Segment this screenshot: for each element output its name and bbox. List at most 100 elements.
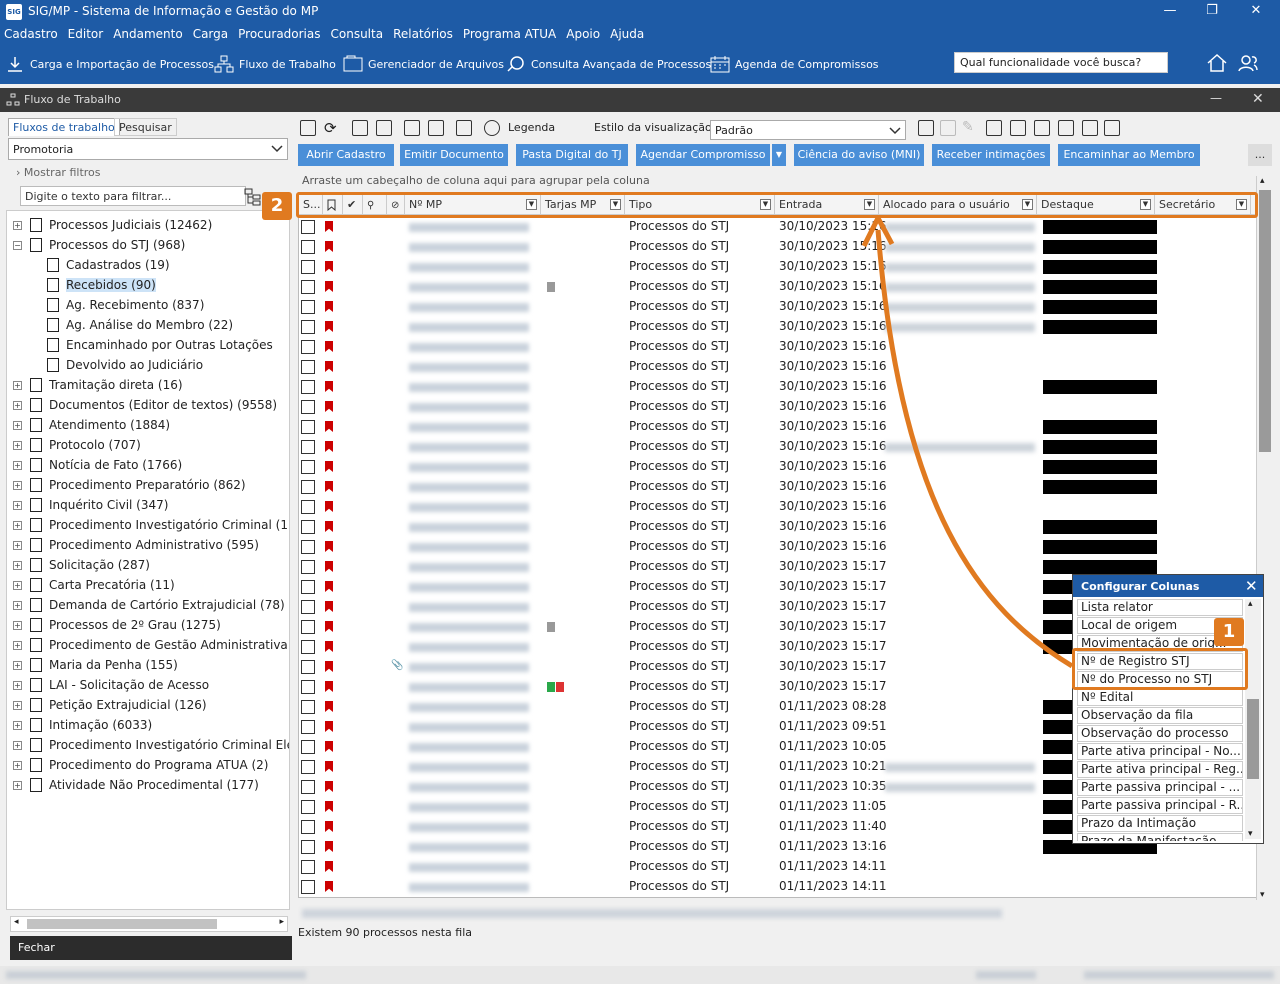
row-checkbox[interactable] [301,360,315,374]
tree-node[interactable]: + Procedimento Investigatório Criminal El… [13,735,289,755]
tree-node[interactable]: + Procedimento Preparatório (862) [13,475,246,495]
tree-node[interactable]: + Procedimento Investigatório Criminal (1… [13,515,289,535]
tab-fluxos[interactable]: Fluxos de trabalho [8,118,120,136]
toolbar-agenda[interactable]: Agenda de Compromissos [710,54,879,74]
scroll-right-icon[interactable]: ▸ [279,917,284,927]
print-doc-icon[interactable] [404,120,420,136]
table-row[interactable]: Processos do STJ 30/10/2023 15:16 [299,377,1259,397]
row-checkbox[interactable] [301,720,315,734]
row-checkbox[interactable] [301,380,315,394]
tree-node[interactable]: + Atendimento (1884) [13,415,170,435]
expand-icon[interactable]: + [13,380,22,390]
schedule-appointment-button[interactable]: Agendar Compromisso [636,144,770,166]
emit-document-button[interactable]: Emitir Documento [400,144,508,166]
scroll-up-icon[interactable]: ▴ [1260,176,1265,186]
scroll-down-icon[interactable]: ▾ [1260,890,1265,900]
digital-folder-button[interactable]: Pasta Digital do TJ [516,144,628,166]
subwindow-minimize[interactable]: — [1210,91,1222,105]
table-row[interactable]: Processos do STJ 30/10/2023 15:16 [299,357,1259,377]
tree-node[interactable]: + Maria da Penha (155) [13,655,178,675]
refresh-icon[interactable]: ⟳ [324,119,337,137]
table-row[interactable]: Processos do STJ 01/11/2023 14:11 [299,877,1259,897]
view-style-select[interactable]: Padrão [710,120,906,140]
expand-icon[interactable]: + [13,760,22,770]
toolbar-arquivos[interactable]: Gerenciador de Arquivos [343,54,504,74]
row-checkbox[interactable] [301,560,315,574]
column-option[interactable]: Parte ativa principal - No... [1077,743,1243,760]
expand-icon[interactable]: + [13,780,22,790]
tree-node[interactable]: Ag. Análise do Membro (22) [47,315,233,335]
column-option[interactable]: Prazo da Intimação [1077,815,1243,832]
tree-node[interactable]: + Carta Precatória (11) [13,575,175,595]
tree-node[interactable]: Ag. Recebimento (837) [47,295,204,315]
menu-item-1[interactable]: Editor [68,24,104,44]
table-row[interactable]: Processos do STJ 30/10/2023 15:16 [299,277,1259,297]
table-row[interactable]: Processos do STJ 30/10/2023 15:16 [299,537,1259,557]
row-checkbox[interactable] [301,260,315,274]
expand-icon[interactable]: + [13,640,22,650]
menu-item-3[interactable]: Carga [193,24,228,44]
show-filters-link[interactable]: › Mostrar filtros [16,166,101,179]
row-checkbox[interactable] [301,500,315,514]
row-checkbox[interactable] [301,300,315,314]
copy-icon[interactable] [352,120,368,136]
menu-item-5[interactable]: Consulta [331,24,384,44]
row-checkbox[interactable] [301,780,315,794]
menu-item-0[interactable]: Cadastro [4,24,58,44]
expand-icon[interactable]: + [13,540,22,550]
export-icon[interactable] [428,120,444,136]
columns-icon[interactable] [1034,120,1050,136]
tree-node[interactable]: + Documentos (Editor de textos) (9558) [13,395,277,415]
table-row[interactable]: Processos do STJ 30/10/2023 15:16 [299,477,1259,497]
close-icon[interactable]: ✕ [1245,577,1258,595]
scroll-thumb[interactable] [27,919,217,929]
menu-item-9[interactable]: Ajuda [610,24,644,44]
row-checkbox[interactable] [301,240,315,254]
acknowledge-notice-button[interactable]: Ciência do aviso (MNI) [794,144,924,166]
tree-node[interactable]: + Tramitação direta (16) [13,375,183,395]
move-icon[interactable] [456,120,472,136]
more-actions-button[interactable]: ... [1248,144,1272,166]
column-option[interactable]: Parte passiva principal - R... [1077,797,1243,814]
tree-node[interactable]: + Solicitação (287) [13,555,150,575]
restore-button[interactable]: ❐ [1192,0,1232,24]
scroll-down-icon[interactable]: ▾ [1248,829,1253,839]
save-icon[interactable] [918,120,934,136]
list-icon[interactable] [1010,120,1026,136]
expand-icon[interactable]: + [13,740,22,750]
column-option[interactable]: Parte passiva principal - ... [1077,779,1243,796]
menu-item-8[interactable]: Apoio [566,24,600,44]
group-icon[interactable] [1058,120,1074,136]
row-checkbox[interactable] [301,420,315,434]
table-row[interactable]: Processos do STJ 30/10/2023 15:16 [299,237,1259,257]
expand-icon[interactable]: + [13,520,22,530]
minimize-button[interactable]: — [1150,0,1190,24]
filter-list-icon[interactable] [1082,120,1098,136]
tree-node[interactable]: + Procedimento de Gestão Administrativa (… [13,635,289,655]
table-row[interactable]: Processos do STJ 30/10/2023 15:16 [299,457,1259,477]
legend-label[interactable]: Legenda [508,121,555,134]
column-option[interactable]: Observação da fila [1077,707,1243,724]
duplicate-icon[interactable] [376,120,392,136]
row-checkbox[interactable] [301,660,315,674]
tree-node[interactable]: Recebidos (90) [47,275,156,295]
table-row[interactable]: Processos do STJ 30/10/2023 15:16 [299,297,1259,317]
expand-icon[interactable]: + [13,680,22,690]
row-checkbox[interactable] [301,620,315,634]
expand-icon[interactable]: + [13,480,22,490]
tree-node[interactable]: + Demanda de Cartório Extrajudicial (78) [13,595,285,615]
forward-member-button[interactable]: Encaminhar ao Membro [1058,144,1200,166]
row-checkbox[interactable] [301,480,315,494]
tree-node[interactable]: + Intimação (6033) [13,715,152,735]
expand-icon[interactable]: + [13,500,22,510]
row-checkbox[interactable] [301,580,315,594]
menu-item-6[interactable]: Relatórios [393,24,453,44]
row-checkbox[interactable] [301,880,315,894]
expand-icon[interactable]: + [13,700,22,710]
row-checkbox[interactable] [301,540,315,554]
expand-icon[interactable]: + [13,420,22,430]
tree-filter-icon[interactable] [244,188,262,206]
row-checkbox[interactable] [301,820,315,834]
row-checkbox[interactable] [301,700,315,714]
tree-node[interactable]: + Procedimento do Programa ATUA (2) [13,755,269,775]
